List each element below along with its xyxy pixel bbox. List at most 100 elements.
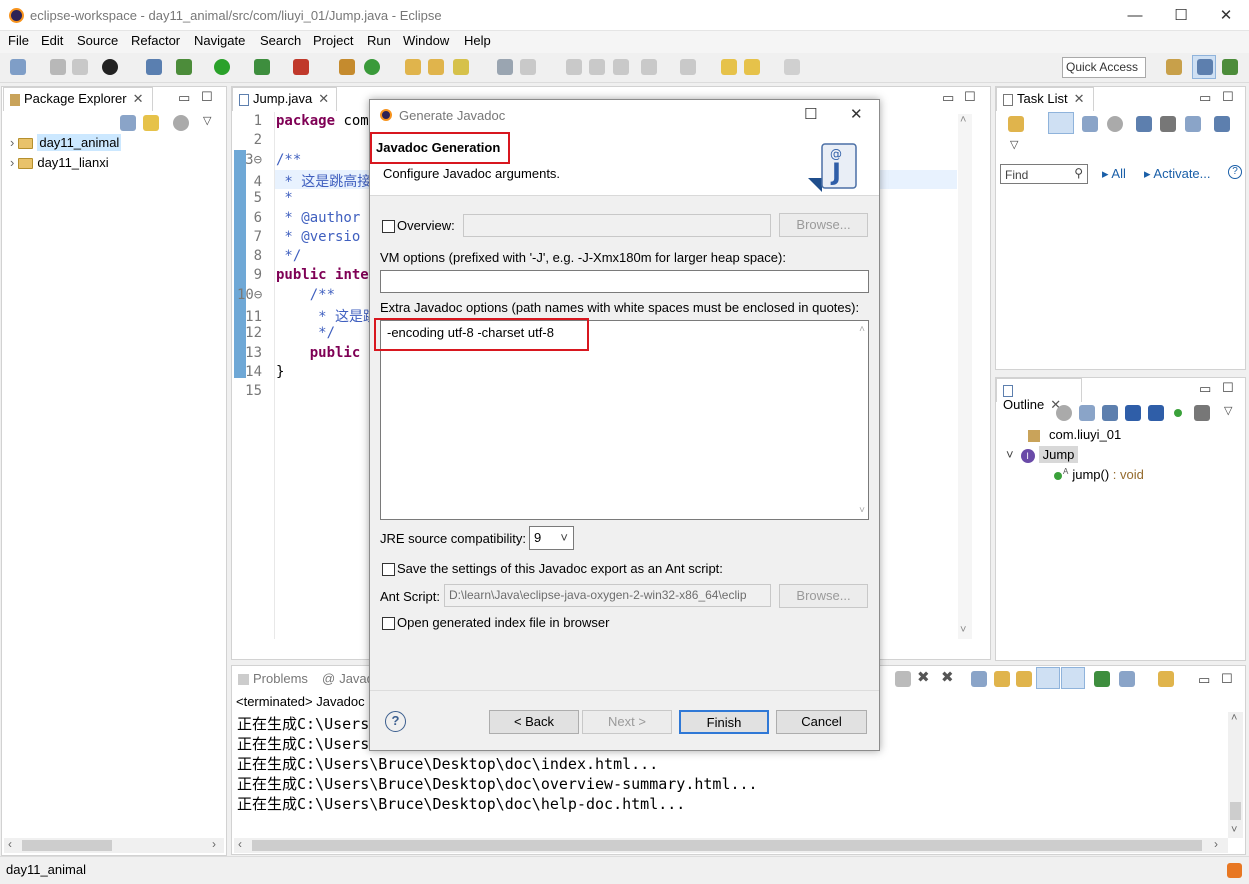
scheduled-icon[interactable] [1082, 116, 1098, 132]
focus-on-workweek-icon[interactable] [1107, 116, 1123, 132]
word-wrap-icon[interactable] [1016, 671, 1032, 687]
code-line[interactable]: 7 * @versio [237, 229, 361, 245]
outline-tab[interactable]: Outline ✕ [996, 378, 1082, 412]
annotation-icon[interactable] [497, 59, 513, 75]
open-type-icon[interactable] [405, 59, 421, 75]
scroll-left-icon[interactable]: ‹ [238, 837, 242, 851]
menu-navigate[interactable]: Navigate [194, 33, 245, 48]
collapse-all-icon[interactable] [1185, 116, 1201, 132]
view-menu-icon[interactable]: ▽ [1010, 138, 1018, 151]
ant-script-input[interactable]: D:\learn\Java\eclipse-java-oxygen-2-win3… [444, 584, 771, 607]
quick-access-input[interactable]: Quick Access [1062, 57, 1146, 78]
scroll-right-icon[interactable]: › [1214, 837, 1218, 851]
minimize-button[interactable]: — [1112, 0, 1158, 31]
minimize-view-icon[interactable]: ▭ [1199, 90, 1211, 106]
new-icon[interactable] [10, 59, 26, 75]
menu-search[interactable]: Search [260, 33, 301, 48]
last-edit-icon[interactable] [721, 59, 737, 75]
coverage-icon[interactable] [254, 59, 270, 75]
minimize-view-icon[interactable]: ▭ [1199, 381, 1211, 397]
show-on-stdout-button[interactable] [1036, 667, 1060, 689]
scroll-down-icon[interactable]: ˅ [1231, 824, 1237, 836]
scrollbar-thumb[interactable] [22, 840, 112, 851]
code-line[interactable]: 9 public inte [237, 267, 369, 283]
ant-browse-button[interactable]: Browse... [779, 584, 868, 608]
save-all-icon[interactable] [72, 59, 88, 75]
cancel-button[interactable]: Cancel [776, 710, 867, 734]
tree-item-day11-animal[interactable]: › day11_animal [10, 134, 122, 151]
scroll-down-icon[interactable]: ˅ [859, 505, 865, 516]
hide-completed-icon[interactable] [1160, 116, 1176, 132]
chevron-right-icon[interactable]: › [10, 135, 14, 150]
chevron-right-icon[interactable]: › [10, 155, 14, 170]
code-line[interactable]: 6 * @author [237, 210, 361, 226]
scroll-right-icon[interactable]: › [212, 837, 216, 851]
filter-all-link[interactable]: ▸ All [1102, 166, 1126, 182]
overview-checkbox[interactable] [382, 220, 395, 233]
help-icon[interactable]: ? [1228, 165, 1242, 179]
help-icon[interactable]: ? [385, 711, 406, 732]
block-selection-icon[interactable] [566, 59, 582, 75]
mark-occurrences-icon[interactable] [520, 59, 536, 75]
debug-perspective-icon[interactable] [1222, 59, 1238, 75]
remove-launch-icon[interactable]: ✖ [917, 668, 930, 686]
open-console-icon[interactable] [1158, 671, 1174, 687]
task-list-tab[interactable]: Task List ✕ [996, 87, 1094, 111]
run-icon[interactable] [214, 59, 230, 75]
maximize-view-icon[interactable]: ☐ [1221, 671, 1233, 687]
minimize-view-icon[interactable]: ▭ [178, 90, 190, 106]
console-vertical-scrollbar[interactable]: ˄ ˅ [1228, 712, 1243, 838]
hide-static-icon[interactable] [1148, 405, 1164, 421]
next-button[interactable]: Next > [582, 710, 672, 734]
maximize-view-icon[interactable]: ☐ [1222, 380, 1234, 396]
maximize-button[interactable]: ☐ [1158, 0, 1204, 31]
menu-project[interactable]: Project [313, 33, 353, 48]
menu-window[interactable]: Window [403, 33, 449, 48]
scrollbar-thumb[interactable] [1230, 802, 1241, 820]
synchronize-icon[interactable] [1214, 116, 1230, 132]
code-line[interactable]: 4 * 这是跳高接口 [237, 171, 386, 191]
save-icon[interactable] [50, 59, 66, 75]
debug-icon[interactable] [176, 59, 192, 75]
open-perspective-icon[interactable] [1166, 59, 1182, 75]
close-tab-icon[interactable]: ✕ [133, 91, 144, 106]
close-tab-icon[interactable]: ✕ [318, 91, 329, 106]
back-button[interactable]: < Back [489, 710, 579, 734]
editor-vertical-scrollbar[interactable]: ˄ ˅ [958, 114, 972, 639]
focus-task-icon[interactable] [173, 115, 189, 131]
prev-annotation-icon[interactable] [680, 59, 696, 75]
vm-options-input[interactable] [380, 270, 869, 293]
code-line[interactable]: 8 */ [237, 248, 302, 264]
remove-all-icon[interactable]: ✖ [941, 668, 954, 686]
scroll-lock-icon[interactable] [994, 671, 1010, 687]
collapse-all-icon[interactable] [120, 115, 136, 131]
external-tools-icon[interactable] [293, 59, 309, 75]
close-tab-icon[interactable]: ✕ [1074, 91, 1085, 106]
view-menu-icon[interactable]: ▽ [203, 114, 211, 127]
scroll-up-icon[interactable]: ˄ [859, 324, 865, 335]
chevron-down-icon[interactable]: ˅ [1006, 447, 1014, 462]
sort-icon[interactable] [1102, 405, 1118, 421]
scroll-left-icon[interactable]: ‹ [8, 837, 12, 851]
code-line[interactable]: 12 */ [237, 325, 335, 341]
jre-compat-select[interactable]: 9 ˅ [529, 526, 574, 550]
menu-edit[interactable]: Edit [41, 33, 63, 48]
scroll-up-icon[interactable]: ˄ [1231, 712, 1237, 724]
dialog-close-button[interactable]: ✕ [850, 105, 863, 123]
scroll-down-icon[interactable]: ˅ [960, 624, 966, 636]
view-menu-icon[interactable]: ▽ [1224, 404, 1232, 417]
code-line[interactable]: 3⊖ /** [237, 152, 301, 168]
collapse-all-icon[interactable] [1079, 405, 1095, 421]
display-console-icon[interactable] [1119, 671, 1135, 687]
new-task-icon[interactable] [1008, 116, 1024, 132]
skip-breakpoints-icon[interactable] [146, 59, 162, 75]
link-editor-icon[interactable] [143, 115, 159, 131]
show-whitespace-icon[interactable] [589, 59, 605, 75]
filter-icon[interactable] [1136, 116, 1152, 132]
hide-local-types-icon[interactable] [1194, 405, 1210, 421]
open-task-icon[interactable] [428, 59, 444, 75]
close-button[interactable]: ✕ [1203, 0, 1249, 31]
minimize-view-icon[interactable]: ▭ [1198, 672, 1210, 688]
save-ant-checkbox[interactable] [382, 563, 395, 576]
maximize-view-icon[interactable]: ☐ [1222, 89, 1234, 105]
